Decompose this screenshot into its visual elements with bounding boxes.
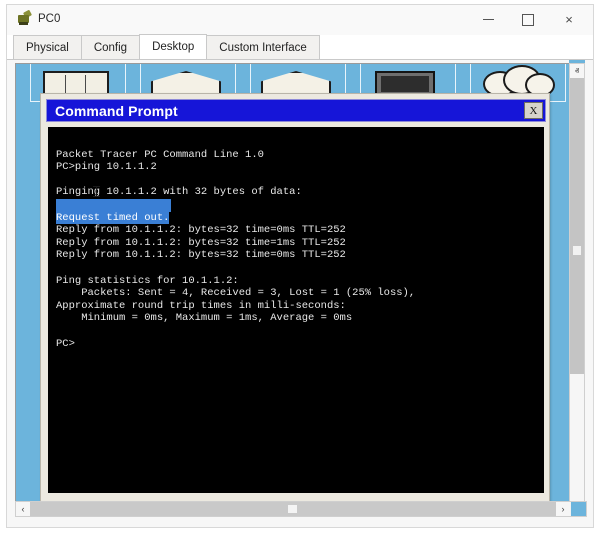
- pc0-window: PC0 × Physical Config Desktop Custom Interf…: [6, 4, 594, 528]
- tab-label: Config: [94, 42, 127, 54]
- tab-label: Desktop: [152, 41, 194, 53]
- tab-desktop[interactable]: Desktop: [139, 34, 207, 59]
- vertical-scroll-thumb[interactable]: [573, 246, 581, 255]
- vertical-scrollbar[interactable]: ⱏ ⱟ: [569, 63, 585, 503]
- titlebar-identity: PC0: [17, 11, 60, 26]
- terminal-line: Packets: Sent = 4, Received = 3, Lost = …: [56, 287, 544, 300]
- vertical-scroll-track[interactable]: [570, 78, 584, 374]
- terminal-output-area[interactable]: Packet Tracer PC Command Line 1.0 PC>ping…: [48, 127, 544, 493]
- terminal-line-selected: Request timed out.: [56, 212, 169, 225]
- tab-config[interactable]: Config: [81, 35, 140, 59]
- scroll-right-icon[interactable]: ›: [556, 502, 570, 516]
- terminal-line: Reply from 10.1.1.2: bytes=32 time=1ms T…: [56, 237, 544, 250]
- horizontal-scroll-track[interactable]: [30, 502, 558, 516]
- pc-device-icon: [17, 11, 32, 26]
- desktop-surface[interactable]: Command Prompt X Packet Tracer PC Comman…: [16, 64, 570, 502]
- command-prompt-window[interactable]: Command Prompt X Packet Tracer PC Comman…: [40, 93, 550, 503]
- terminal-line: Packet Tracer PC Command Line 1.0: [56, 149, 544, 162]
- terminal-line: Request timed out.: [56, 212, 544, 225]
- window-title: PC0: [38, 13, 60, 25]
- terminal-line: [56, 325, 544, 338]
- terminal-line: PC>ping 10.1.1.2: [56, 161, 544, 174]
- scroll-left-icon[interactable]: ‹: [16, 502, 30, 516]
- scrollbar-corner: [571, 502, 586, 516]
- close-button[interactable]: ×: [549, 5, 589, 34]
- minimize-button[interactable]: [468, 5, 508, 34]
- horizontal-scrollbar[interactable]: ‹ ›: [15, 501, 587, 517]
- tab-physical[interactable]: Physical: [13, 35, 82, 59]
- command-prompt-titlebar[interactable]: Command Prompt X: [46, 99, 546, 122]
- selection-highlight-blank: [56, 199, 171, 212]
- terminal-line: [56, 136, 544, 149]
- tab-bar: Physical Config Desktop Custom Interface: [7, 35, 593, 60]
- command-prompt-close-button[interactable]: X: [524, 102, 543, 119]
- window-titlebar: PC0 ×: [7, 5, 593, 35]
- tab-label: Physical: [26, 42, 69, 54]
- text-cursor-icon: [93, 185, 100, 198]
- status-bar: [7, 519, 593, 527]
- terminal-line: [56, 199, 544, 212]
- command-prompt-title: Command Prompt: [47, 103, 178, 119]
- terminal-line: [56, 262, 544, 275]
- tab-custom-interface[interactable]: Custom Interface: [206, 35, 320, 59]
- tab-label: Custom Interface: [219, 42, 307, 54]
- maximize-button[interactable]: [508, 5, 548, 34]
- terminal-line: PC>: [56, 338, 544, 351]
- scroll-down-icon[interactable]: ⱟ: [570, 488, 584, 502]
- scroll-up-icon[interactable]: ⱏ: [570, 64, 584, 78]
- terminal-line: [56, 174, 544, 187]
- terminal-line: Approximate round trip times in milli-se…: [56, 300, 544, 313]
- terminal-line: Minimum = 0ms, Maximum = 1ms, Average = …: [56, 312, 544, 325]
- terminal-lines: Packet Tracer PC Command Line 1.0 PC>ping…: [56, 136, 544, 350]
- terminal-line: Reply from 10.1.1.2: bytes=32 time=0ms T…: [56, 249, 544, 262]
- horizontal-scroll-thumb[interactable]: [288, 505, 297, 513]
- desktop-scroll-viewport[interactable]: Command Prompt X Packet Tracer PC Comman…: [15, 63, 571, 503]
- maximize-icon: [522, 14, 534, 26]
- terminal-line: Ping statistics for 10.1.1.2:: [56, 275, 544, 288]
- terminal-line: Reply from 10.1.1.2: bytes=32 time=0ms T…: [56, 224, 544, 237]
- terminal-line: Pinging 10.1.1.2 with 32 bytes of data:: [56, 186, 544, 199]
- minimize-icon: [483, 19, 494, 20]
